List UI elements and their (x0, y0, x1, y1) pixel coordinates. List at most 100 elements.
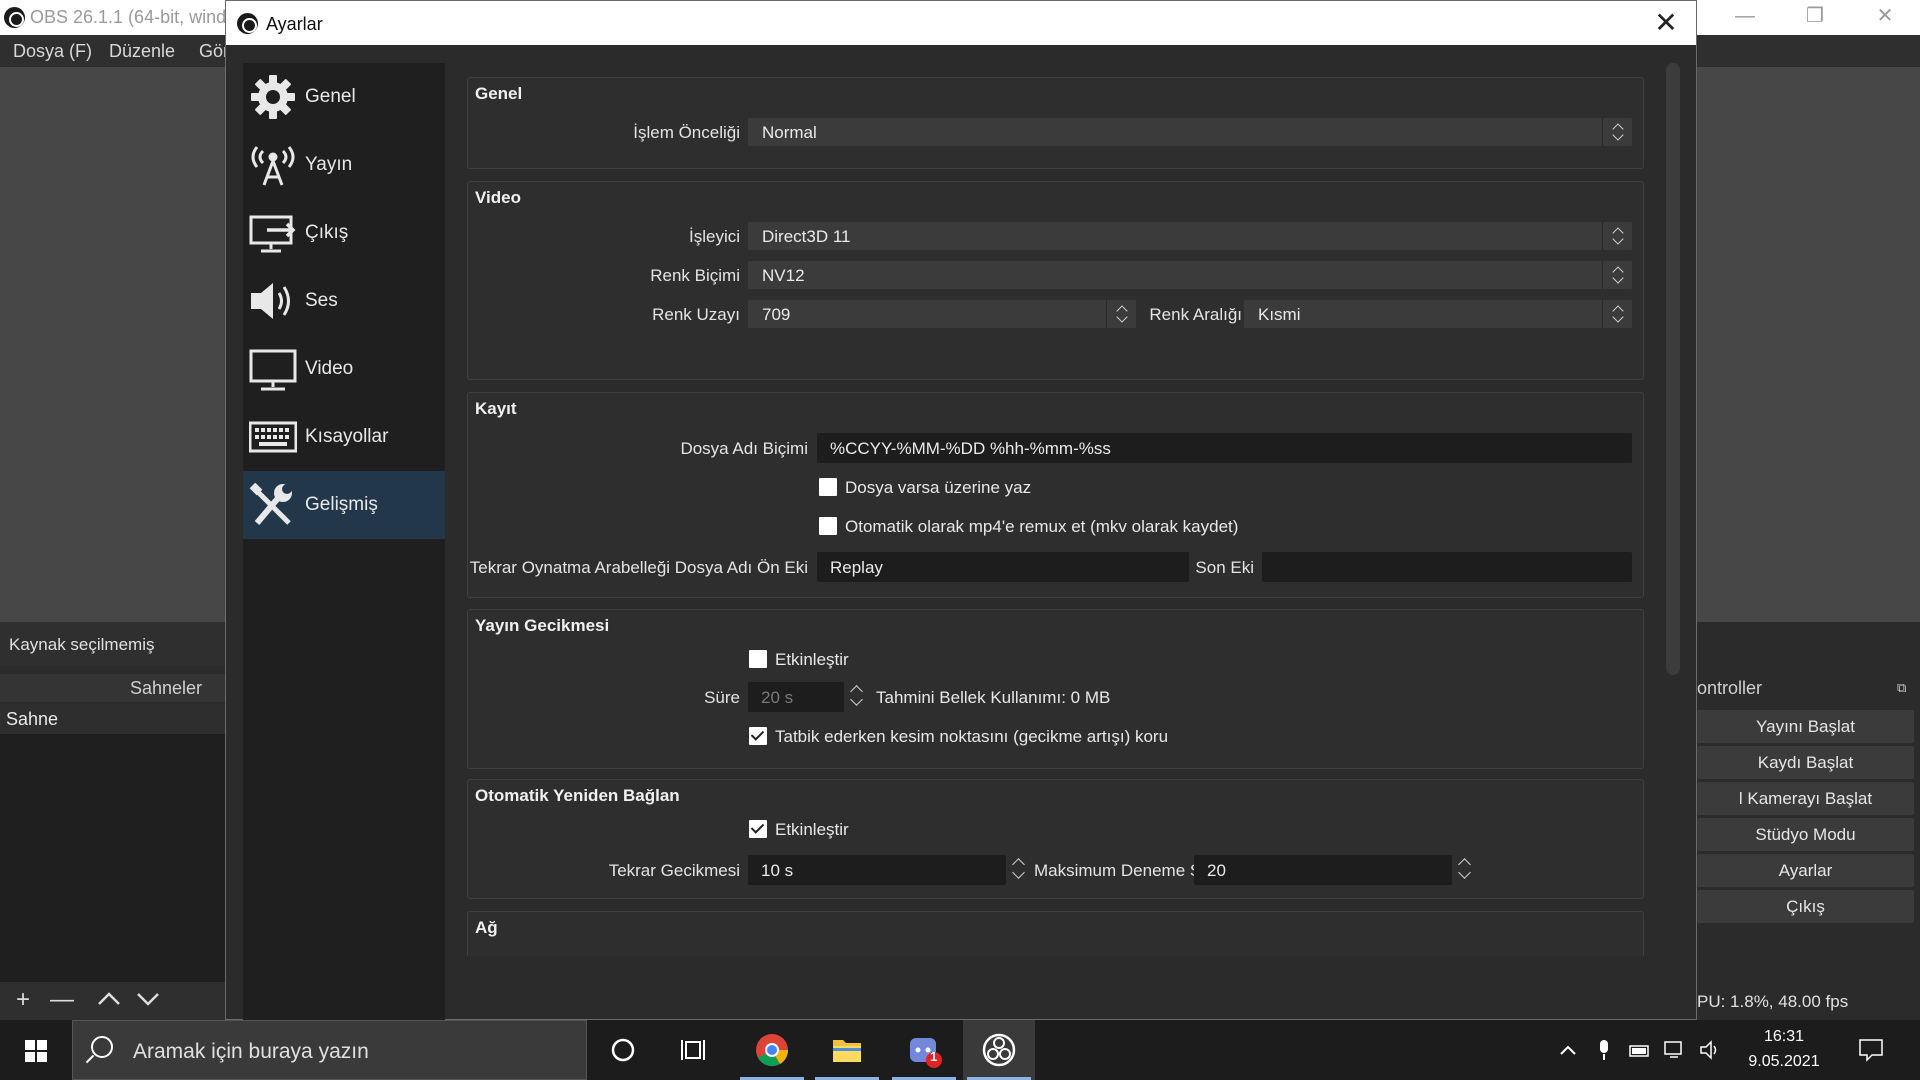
suffix-label: Son Eki (1195, 558, 1254, 577)
nav-item-general[interactable]: Genel (243, 63, 445, 131)
group-stream-delay: Yayın Gecikmesi Etkinleştir Süre 20 s Ta… (467, 609, 1644, 769)
group-video: Video İşleyici Direct3D 11 Renk Biçimi N… (467, 181, 1644, 380)
suffix-input[interactable] (1262, 552, 1632, 582)
group-title: Yayın Gecikmesi (475, 616, 610, 635)
process-priority-select[interactable]: Normal (748, 118, 1632, 146)
menu-edit[interactable]: Düzenle (109, 41, 175, 62)
windows-taskbar: Aramak için buraya yazın 1 16:31 9.05.20… (0, 1020, 1920, 1080)
nav-item-video[interactable]: Video (243, 335, 445, 403)
max-retries-label: Maksimum Deneme Sayısı (1034, 861, 1238, 880)
color-space-select[interactable]: 709 (748, 300, 1136, 328)
settings-button[interactable]: Ayarlar (1697, 854, 1914, 887)
restore-button[interactable]: ❐ (1780, 0, 1850, 35)
nav-item-hotkeys[interactable]: Kısayollar (243, 403, 445, 471)
color-space-label: Renk Uzayı (652, 305, 740, 324)
settings-nav: Genel Yayın Çıkış Ses Video Kısayollar G… (243, 63, 445, 1021)
max-retries-input[interactable]: 20 (1194, 855, 1452, 885)
nav-item-audio[interactable]: Ses (243, 267, 445, 335)
duration-spinner-icon[interactable] (846, 682, 870, 712)
chrome-icon[interactable] (736, 1020, 808, 1080)
duration-input[interactable]: 20 s (748, 682, 844, 712)
file-explorer-icon[interactable] (811, 1020, 883, 1080)
discord-badge: 1 (930, 1049, 938, 1064)
color-range-label: Renk Aralığı (1149, 305, 1242, 324)
stream-delay-enable-checkbox[interactable] (749, 650, 767, 668)
nav-label: Ses (305, 290, 338, 311)
start-button[interactable] (0, 1020, 72, 1080)
color-range-select[interactable]: Kısmi (1244, 300, 1632, 328)
remux-checkbox[interactable] (819, 517, 837, 535)
source-status-bar: Kaynak seçilmemiş (0, 622, 225, 666)
retry-delay-label: Tekrar Gecikmesi (608, 861, 740, 880)
filename-format-input[interactable]: %CCYY-%MM-%DD %hh-%mm-%ss (817, 433, 1632, 463)
settings-dialog: Ayarlar ✕ Genel Yayın Çıkış Ses Video Kı… (225, 0, 1697, 1021)
network-icon[interactable] (1664, 1040, 1686, 1060)
battery-icon[interactable] (1629, 1040, 1651, 1060)
preserve-cutoff-checkbox[interactable] (749, 727, 767, 745)
minimize-button[interactable]: — (1710, 0, 1780, 35)
color-format-label: Renk Biçimi (650, 266, 740, 285)
dialog-close-button[interactable]: ✕ (1646, 7, 1686, 39)
discord-icon[interactable]: 1 (888, 1020, 960, 1080)
remux-label: Otomatik olarak mp4'e remux et (mkv olar… (845, 517, 1239, 536)
obs-app-icon (4, 7, 25, 28)
start-streaming-button[interactable]: Yayını Başlat (1697, 710, 1914, 743)
add-scene-icon[interactable]: + (9, 986, 37, 1014)
nav-label: Kısayollar (305, 426, 389, 447)
undock-icon[interactable]: ⧉ (1897, 680, 1906, 696)
retry-delay-spinner-icon[interactable] (1008, 855, 1032, 885)
start-virtual-camera-button[interactable]: l Kamerayı Başlat (1697, 782, 1914, 815)
task-view-icon[interactable] (659, 1020, 731, 1080)
notification-icon[interactable] (1858, 1038, 1883, 1062)
scenes-list[interactable]: Sahne (0, 704, 225, 982)
overwrite-checkbox[interactable] (819, 478, 837, 496)
dialog-title: Ayarlar (266, 14, 323, 34)
updown-arrow-icon (1602, 261, 1632, 289)
microphone-icon[interactable] (1593, 1040, 1615, 1060)
studio-mode-button[interactable]: Stüdyo Modu (1697, 818, 1914, 851)
keyboard-icon (248, 415, 298, 459)
controls-header: ontroller ⧉ (1697, 674, 1920, 702)
search-placeholder: Aramak için buraya yazın (133, 1040, 369, 1063)
move-up-icon[interactable] (95, 988, 123, 1016)
nav-label: Çıkış (305, 222, 349, 243)
replay-prefix-input[interactable]: Replay (817, 552, 1189, 582)
remove-scene-icon[interactable]: — (48, 986, 76, 1014)
nav-label: Genel (305, 86, 356, 107)
stats-text: PU: 1.8%, 48.00 fps (1697, 992, 1849, 1011)
start-recording-button[interactable]: Kaydı Başlat (1697, 746, 1914, 779)
updown-arrow-icon (1602, 118, 1632, 146)
scenes-header: Sahneler (0, 674, 225, 702)
exit-button[interactable]: Çıkış (1697, 890, 1914, 923)
reconnect-enable-checkbox[interactable] (749, 820, 767, 838)
max-retries-spinner-icon[interactable] (1454, 855, 1478, 885)
volume-icon[interactable] (1700, 1040, 1722, 1060)
scenes-toolbar: + — (0, 982, 225, 1020)
nav-item-output[interactable]: Çıkış (243, 199, 445, 267)
scene-item[interactable]: Sahne (0, 704, 225, 734)
clock-time[interactable]: 16:31 (1740, 1028, 1828, 1046)
replay-prefix-label: Tekrar Oynatma Arabelleği Dosya Adı Ön E… (469, 558, 808, 577)
menu-file[interactable]: Dosya (F) (13, 41, 92, 62)
cortana-icon[interactable] (587, 1020, 659, 1080)
renderer-label: İşleyici (688, 227, 740, 246)
obs-window-title: OBS 26.1.1 (64-bit, wind (30, 7, 227, 27)
taskbar-search-box[interactable]: Aramak için buraya yazın (72, 1020, 587, 1080)
color-format-select[interactable]: NV12 (748, 261, 1632, 289)
nav-label: Yayın (305, 154, 353, 175)
obs-icon[interactable] (963, 1020, 1035, 1080)
search-icon (91, 1036, 113, 1058)
chevron-up-icon[interactable] (1557, 1040, 1579, 1060)
controls-header-label: ontroller (1697, 678, 1763, 698)
group-general: Genel İşlem Önceliği Normal (467, 77, 1644, 169)
group-network: Ağ (467, 911, 1644, 956)
group-title: Kayıt (475, 399, 517, 418)
clock-date[interactable]: 9.05.2021 (1740, 1053, 1828, 1071)
renderer-select[interactable]: Direct3D 11 (748, 222, 1632, 250)
move-down-icon[interactable] (134, 988, 162, 1016)
nav-item-advanced[interactable]: Gelişmiş (243, 471, 445, 539)
nav-item-stream[interactable]: Yayın (243, 131, 445, 199)
retry-delay-input[interactable]: 10 s (748, 855, 1006, 885)
speaker-icon (249, 279, 297, 323)
close-button[interactable]: ✕ (1850, 0, 1920, 35)
